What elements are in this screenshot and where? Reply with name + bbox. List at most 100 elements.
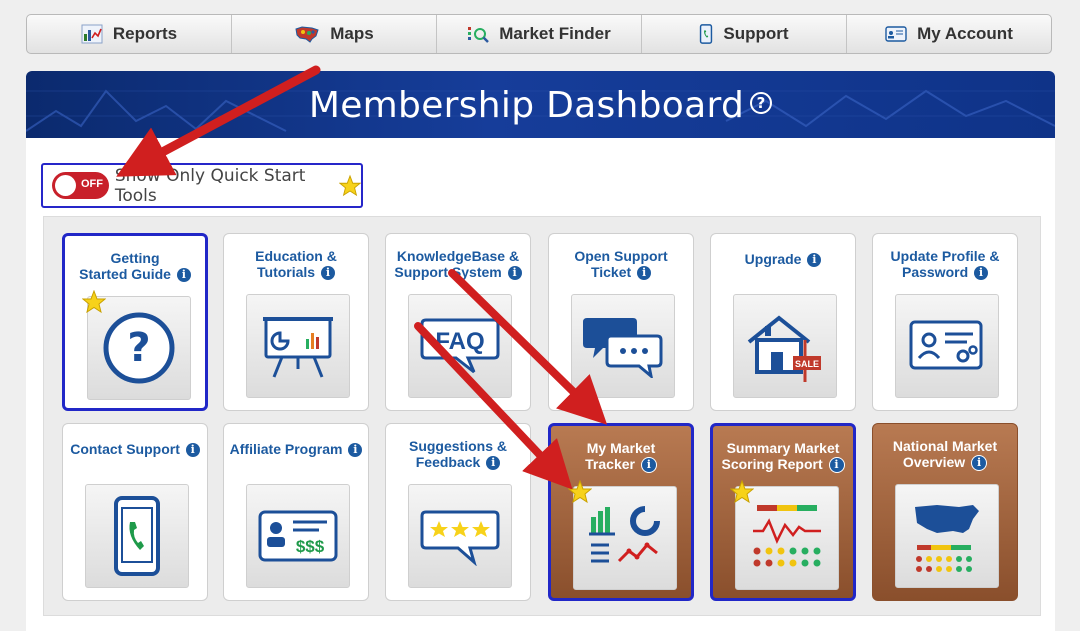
tile-title-line1: Open Support bbox=[574, 248, 668, 264]
help-icon[interactable]: ? bbox=[750, 92, 773, 114]
tile-title: Contact Support i bbox=[67, 441, 203, 458]
question-icon: ? bbox=[103, 312, 175, 384]
nav-my-account[interactable]: My Account bbox=[847, 15, 1051, 53]
tile-title: Update Profile & Password i bbox=[877, 248, 1013, 281]
dashboard-banner: Membership Dashboard? bbox=[26, 71, 1055, 138]
quick-start-star-icon bbox=[82, 290, 106, 314]
tile-contact-support[interactable]: Contact Support i bbox=[62, 423, 208, 601]
tile-title-line1: Summary Market bbox=[726, 440, 840, 456]
info-icon[interactable]: i bbox=[507, 266, 522, 281]
tile-icon-box: $$$ bbox=[246, 484, 350, 588]
tile-title: National Market Overview i bbox=[877, 438, 1013, 472]
smartphone-icon bbox=[114, 496, 160, 576]
tile-title-line1: National Market bbox=[892, 438, 998, 454]
tile-title: My Market Tracker i bbox=[555, 440, 687, 474]
tile-title: Upgrade i bbox=[715, 251, 851, 268]
svg-text:FAQ: FAQ bbox=[435, 328, 484, 355]
tile-title-line2: Support System bbox=[394, 264, 502, 280]
tile-title: Getting Started Guide i bbox=[69, 250, 201, 283]
tile-title-line1: My Market bbox=[586, 440, 656, 456]
tile-icon-box bbox=[85, 484, 189, 588]
tile-title: Education & Tutorials i bbox=[228, 248, 364, 281]
tile-title: Summary Market Scoring Report i bbox=[717, 440, 849, 474]
presentation-board-icon bbox=[263, 317, 333, 378]
info-icon[interactable]: i bbox=[828, 457, 845, 474]
tile-upgrade[interactable]: Upgrade i SALE bbox=[710, 233, 856, 411]
faq-bubble-icon: FAQ bbox=[420, 318, 500, 374]
phone-icon bbox=[700, 24, 713, 44]
tile-title-line2: Tracker bbox=[585, 456, 635, 472]
nav-reports[interactable]: Reports bbox=[27, 15, 232, 53]
tile-title-line2: Tutorials bbox=[257, 264, 316, 280]
page-title: Membership Dashboard? bbox=[26, 85, 1055, 126]
info-icon[interactable]: i bbox=[176, 268, 191, 283]
tile-title-line1: Upgrade bbox=[744, 251, 802, 267]
info-icon[interactable]: i bbox=[971, 455, 988, 472]
tile-title-line1: Suggestions & bbox=[408, 438, 507, 454]
nav-support-label: Support bbox=[723, 24, 789, 43]
quick-start-label: Show Only Quick Start Tools bbox=[114, 165, 306, 206]
svg-text:?: ? bbox=[127, 325, 150, 371]
tile-suggestions-feedback[interactable]: Suggestions & Feedback i bbox=[385, 423, 531, 601]
nav-reports-label: Reports bbox=[112, 24, 178, 43]
quick-start-star-icon bbox=[568, 480, 592, 504]
market-finder-icon bbox=[468, 27, 490, 43]
tile-title-line1: Update Profile & bbox=[890, 248, 1000, 264]
nav-my-account-label: My Account bbox=[917, 24, 1013, 43]
tile-icon-box bbox=[571, 294, 675, 398]
tile-title-line2: Feedback bbox=[415, 454, 481, 470]
scoring-report-icon bbox=[753, 505, 821, 567]
quick-start-star-icon bbox=[730, 480, 754, 504]
info-icon[interactable]: i bbox=[348, 443, 363, 458]
tile-title: Open Support Ticket i bbox=[553, 248, 689, 281]
info-icon[interactable]: i bbox=[637, 266, 652, 281]
tile-icon-box: SALE bbox=[733, 294, 837, 398]
reports-icon bbox=[81, 24, 103, 44]
tile-title-line1: Getting bbox=[110, 250, 160, 266]
tile-my-market-tracker[interactable]: My Market Tracker i bbox=[548, 423, 694, 601]
tile-summary-market-scoring-report[interactable]: Summary Market Scoring Report i bbox=[710, 423, 856, 601]
nav-market-finder[interactable]: Market Finder bbox=[437, 15, 642, 53]
main-nav: Reports Maps Market Finder Support My Ac… bbox=[26, 14, 1052, 54]
id-dollar-icon: $$$ bbox=[258, 510, 338, 562]
tile-education-tutorials[interactable]: Education & Tutorials i bbox=[223, 233, 369, 411]
tile-getting-started-guide[interactable]: Getting Started Guide i ? bbox=[62, 233, 208, 411]
tile-title-line1: KnowledgeBase & bbox=[396, 248, 520, 264]
svg-text:$$$: $$$ bbox=[296, 537, 325, 556]
tile-icon-box bbox=[246, 294, 350, 398]
toggle-state: OFF bbox=[81, 178, 103, 190]
id-card-icon bbox=[885, 26, 907, 42]
nav-market-finder-label: Market Finder bbox=[499, 24, 611, 43]
svg-text:SALE: SALE bbox=[795, 359, 819, 369]
chat-bubbles-icon bbox=[583, 318, 663, 378]
national-map-icon bbox=[915, 505, 979, 572]
tile-title-line2: Password bbox=[901, 264, 969, 280]
info-icon[interactable]: i bbox=[974, 266, 989, 281]
tile-title-line2: Overview bbox=[902, 454, 966, 470]
tile-open-support-ticket[interactable]: Open Support Ticket i bbox=[548, 233, 694, 411]
tile-update-profile-password[interactable]: Update Profile & Password i bbox=[872, 233, 1018, 411]
tile-icon-box bbox=[895, 294, 999, 398]
info-icon[interactable]: i bbox=[807, 253, 822, 268]
usa-map-icon bbox=[295, 26, 319, 43]
info-icon[interactable]: i bbox=[320, 266, 335, 281]
profile-card-gear-icon bbox=[909, 320, 983, 370]
nav-maps-label: Maps bbox=[330, 24, 374, 43]
toggle-knob bbox=[55, 175, 76, 196]
tile-title-line1: Education & bbox=[255, 248, 337, 264]
tile-title: Suggestions & Feedback i bbox=[390, 438, 526, 471]
tile-title-line1: Contact Support bbox=[70, 441, 180, 457]
tile-title-line1: Affiliate Program bbox=[229, 441, 343, 457]
quick-start-toggle[interactable]: OFF bbox=[52, 172, 109, 199]
nav-maps[interactable]: Maps bbox=[232, 15, 437, 53]
tile-knowledgebase-support[interactable]: KnowledgeBase & Support System i FAQ bbox=[385, 233, 531, 411]
tile-title: KnowledgeBase & Support System i bbox=[390, 248, 526, 281]
info-icon[interactable]: i bbox=[486, 456, 501, 471]
stars-bubble-icon bbox=[420, 510, 500, 566]
info-icon[interactable]: i bbox=[640, 457, 657, 474]
info-icon[interactable]: i bbox=[185, 443, 200, 458]
quick-start-toggle-box: OFF Show Only Quick Start Tools bbox=[41, 163, 363, 208]
tile-affiliate-program[interactable]: Affiliate Program i $$$ bbox=[223, 423, 369, 601]
nav-support[interactable]: Support bbox=[642, 15, 847, 53]
tile-national-market-overview[interactable]: National Market Overview i bbox=[872, 423, 1018, 601]
